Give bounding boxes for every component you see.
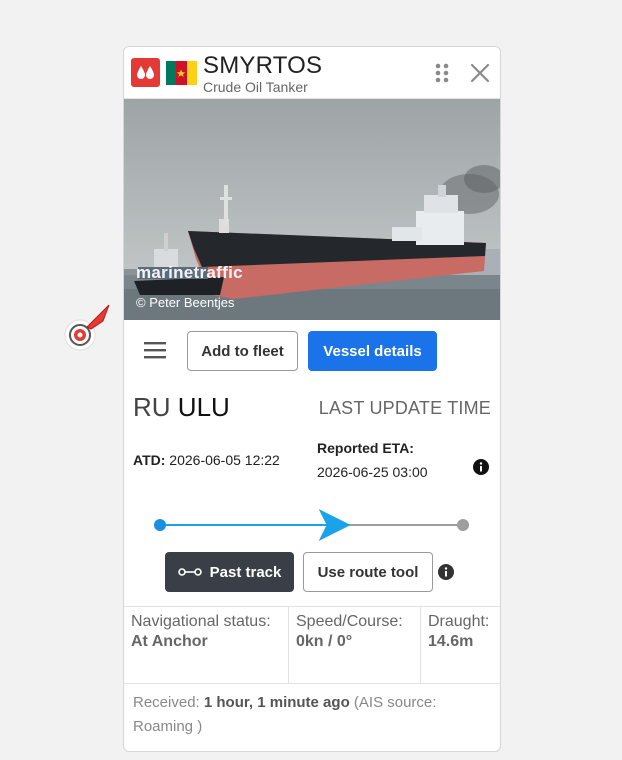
action-bar: Add to fleet Vessel details [124,320,500,382]
departure-dot [154,519,166,531]
eta-label: Reported ETA: [317,440,414,456]
draught-cell: Draught: 14.6m [420,607,500,683]
past-track-button[interactable]: Past track [165,552,294,592]
speed-course-label: Speed/Course: [296,613,403,630]
use-route-tool-button[interactable]: Use route tool [303,552,433,592]
vessel-map-marker[interactable] [63,303,113,353]
received-label: Received: [133,694,200,711]
draught-label: Draught: [428,613,490,630]
add-to-fleet-button[interactable]: Add to fleet [187,331,298,371]
port-name: ULU [177,392,230,422]
nav-status-cell: Navigational status: At Anchor [124,607,288,683]
drag-handle-icon[interactable] [435,63,449,83]
vessel-type: Crude Oil Tanker [203,79,308,95]
speed-course-value: 0kn / 0° [296,633,353,650]
panel-header: SMYRTOS Crude Oil Tanker [124,47,500,99]
atd-value: 2026-06-05 12:22 [169,452,280,468]
destination-row: RU ULU LAST UPDATE TIME [124,382,500,432]
nav-status-label: Navigational status: [131,613,271,630]
voyage-progress [124,494,500,552]
last-update-label: LAST UPDATE TIME [318,398,491,418]
speed-course-cell: Speed/Course: 0kn / 0° [288,607,420,683]
flag-icon [166,61,197,85]
voyage-times: ATD: 2026-06-05 12:22 Reported ETA: 2026… [124,432,500,494]
oil-drop-icon [131,58,160,87]
eta-info-icon[interactable] [473,459,489,475]
atd-label: ATD: [133,452,166,468]
hamburger-menu-icon[interactable] [144,341,166,359]
received-value: 1 hour, 1 minute ago [203,694,350,711]
vessel-marker-icon [64,304,110,351]
atd-field: ATD: 2026-06-05 12:22 [133,452,280,468]
draught-value: 14.6m [428,633,474,650]
past-track-label: Past track [209,563,282,581]
nav-status-value: At Anchor [131,633,208,650]
track-row: Past track Use route tool [124,552,500,602]
eta-value: 2026-06-25 03:00 [317,464,428,480]
route-tool-info-icon[interactable] [438,564,454,580]
track-line-icon [177,568,202,576]
vessel-name: SMYRTOS [203,52,323,79]
vessel-info-panel: SMYRTOS Crude Oil Tanker marinetraffic ©… [123,46,501,752]
photo-credit: © Peter Beentjes [136,295,235,310]
destination-port[interactable]: RU ULU [133,392,230,423]
port-country-code: RU [133,392,171,422]
received-info: Received: 1 hour, 1 minute ago (AIS sour… [133,691,483,739]
vessel-photo-image [124,99,500,320]
vessel-photo[interactable]: marinetraffic © Peter Beentjes [124,99,500,320]
close-icon[interactable] [470,63,490,83]
destination-dot [457,519,469,531]
vessel-details-button[interactable]: Vessel details [308,331,437,371]
photo-watermark: marinetraffic [136,263,243,282]
vessel-stats: Navigational status: At Anchor Speed/Cou… [124,606,500,684]
